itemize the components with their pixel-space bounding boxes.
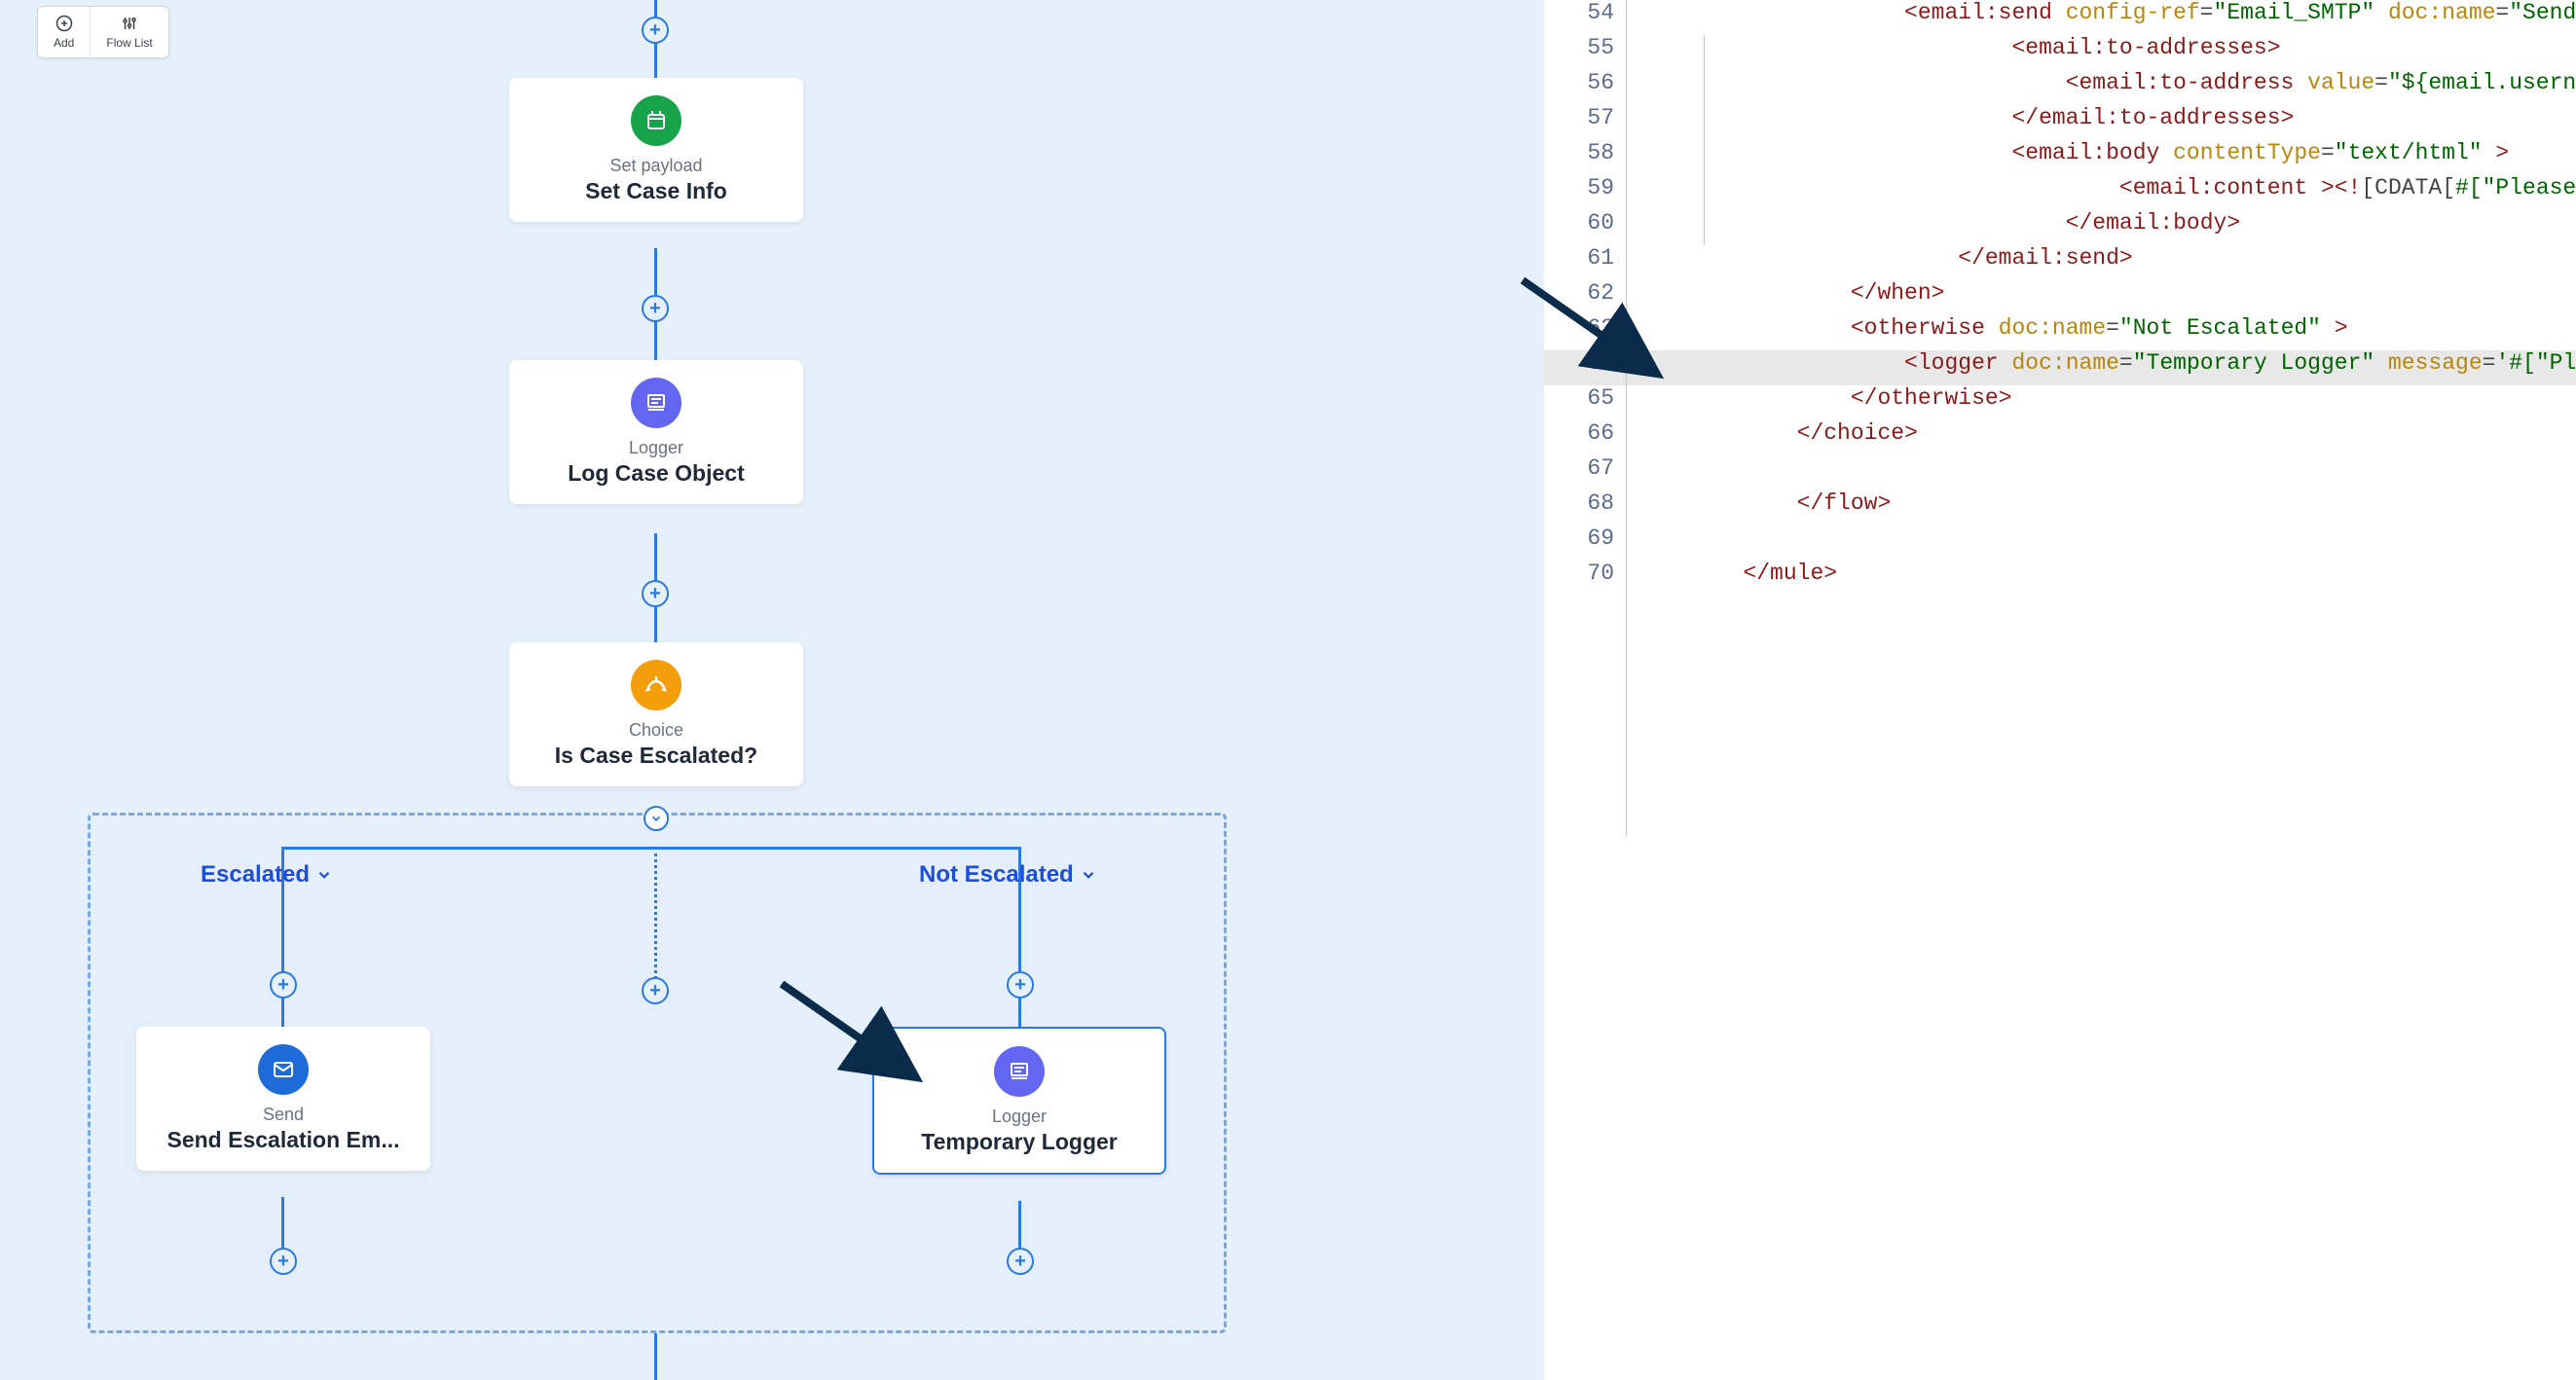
line-number: 54 (1587, 0, 1614, 25)
code-line: <email:body contentType="text/html" > (1636, 140, 2509, 165)
code-line: <email:send config-ref="Email_SMTP" doc:… (1636, 0, 2576, 25)
node-name-label: Temporary Logger (921, 1129, 1118, 1155)
flow-canvas[interactable]: Add Flow List + Set payload Set Case Inf… (0, 0, 1544, 1380)
line-number: 61 (1587, 245, 1614, 271)
choice-node[interactable]: Choice Is Case Escalated? (509, 642, 803, 786)
chevron-down-icon (1080, 866, 1097, 884)
node-type-label: Logger (992, 1107, 1047, 1127)
add-node-button[interactable]: + (642, 295, 669, 322)
line-number: 56 (1587, 70, 1614, 95)
node-type-label: Logger (629, 438, 683, 458)
set-payload-node[interactable]: Set payload Set Case Info (509, 78, 803, 222)
add-node-button[interactable]: + (1007, 1248, 1034, 1275)
flow-list-button[interactable]: Flow List (90, 7, 167, 57)
connector-dotted (654, 847, 657, 997)
line-number: 60 (1587, 210, 1614, 236)
line-number: 57 (1587, 105, 1614, 130)
set-payload-icon (631, 95, 681, 146)
node-type-label: Set payload (609, 156, 702, 176)
logger-icon (631, 378, 681, 428)
sliders-icon (121, 15, 138, 32)
code-line: <otherwise doc:name="Not Escalated" > (1636, 315, 2348, 341)
connector-line (654, 1333, 657, 1380)
code-line: </when> (1636, 280, 1944, 306)
add-node-button[interactable]: + (270, 1248, 297, 1275)
code-line: </email:send> (1636, 245, 2133, 271)
add-button[interactable]: Add (38, 7, 90, 57)
collapse-icon[interactable] (644, 806, 669, 831)
chevron-down-icon (315, 866, 333, 884)
add-node-button[interactable]: + (1007, 971, 1034, 999)
annotation-arrow (774, 976, 939, 1093)
node-name-label: Log Case Object (568, 460, 744, 487)
node-name-label: Set Case Info (585, 178, 727, 204)
code-line: <logger doc:name="Temporary Logger" mess… (1636, 350, 2576, 376)
line-number: 58 (1587, 140, 1614, 165)
canvas-toolbar: Add Flow List (37, 6, 169, 58)
flow-list-label: Flow List (106, 36, 152, 50)
logger-node[interactable]: Logger Log Case Object (509, 360, 803, 504)
node-type-label: Choice (629, 720, 683, 741)
code-editor[interactable]: 5455565758596061626364656667686970 <emai… (1544, 0, 2576, 1380)
add-label: Add (54, 36, 74, 50)
branch-label-text: Escalated (201, 861, 310, 889)
send-icon (258, 1044, 309, 1095)
add-node-button[interactable]: + (642, 17, 669, 44)
code-line: </choice> (1636, 420, 1918, 446)
logger-icon (994, 1046, 1045, 1097)
node-name-label: Is Case Escalated? (555, 743, 757, 769)
add-node-button[interactable]: + (642, 977, 669, 1004)
code-line: <email:content ><![CDATA[#["Please handl… (1636, 175, 2576, 200)
line-number: 70 (1587, 561, 1614, 586)
line-number: 67 (1587, 455, 1614, 481)
code-line: </mule> (1636, 561, 1837, 586)
gutter-border (1626, 0, 1627, 837)
line-number: 59 (1587, 175, 1614, 200)
add-node-button[interactable]: + (270, 971, 297, 999)
choice-icon (631, 660, 681, 710)
code-line: <email:to-address value="${email.usernam… (1636, 70, 2576, 95)
line-number: 66 (1587, 420, 1614, 446)
branch-not-escalated[interactable]: Not Escalated (919, 861, 1097, 889)
line-number: 69 (1587, 526, 1614, 551)
code-line: </flow> (1636, 490, 1891, 516)
line-number: 68 (1587, 490, 1614, 516)
send-escalation-node[interactable]: Send Send Escalation Em... (136, 1027, 430, 1171)
code-line: </otherwise> (1636, 385, 2012, 411)
node-type-label: Send (263, 1105, 304, 1125)
plus-circle-icon (55, 15, 73, 32)
branch-label-text: Not Escalated (919, 861, 1074, 889)
node-name-label: Send Escalation Em... (166, 1127, 399, 1153)
branch-escalated[interactable]: Escalated (201, 861, 333, 889)
annotation-arrow (1515, 272, 1680, 389)
connector-line (281, 847, 1021, 850)
add-node-button[interactable]: + (642, 580, 669, 607)
line-number: 55 (1587, 35, 1614, 60)
